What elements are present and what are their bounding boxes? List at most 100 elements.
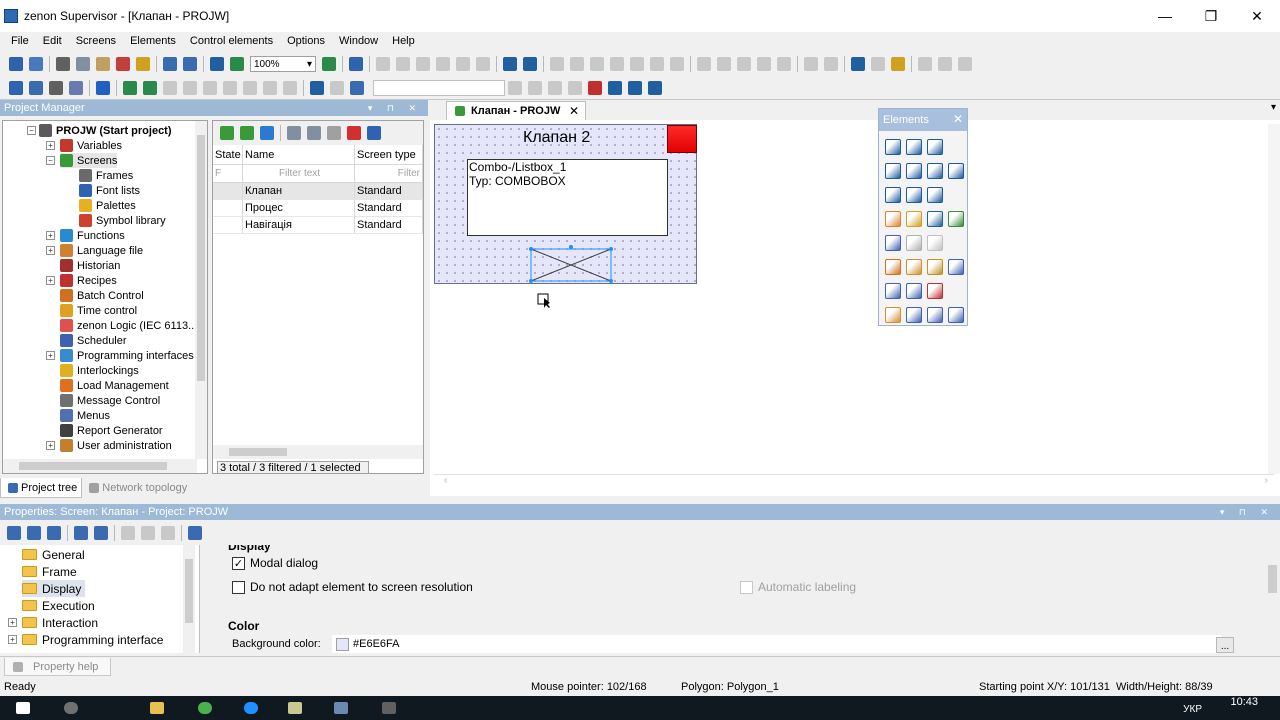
numeric-icon[interactable] (885, 259, 901, 275)
tree-item[interactable]: Menus (60, 408, 110, 423)
element-b-icon[interactable] (223, 80, 237, 95)
close-icon[interactable]: ✕ (569, 104, 579, 118)
screen-icon[interactable] (163, 80, 177, 95)
menu-options[interactable]: Options (280, 35, 332, 47)
filter-icon[interactable] (94, 526, 108, 540)
tree-item[interactable]: Programming interfaces (60, 348, 194, 363)
copy-screen-icon[interactable] (307, 126, 321, 140)
layers-icon[interactable] (918, 57, 932, 71)
send-back-icon[interactable] (717, 57, 731, 71)
column-screen-type[interactable]: Screen type (355, 145, 423, 164)
menu-control-elements[interactable]: Control elements (183, 35, 280, 47)
wizard-icon[interactable] (29, 80, 43, 95)
panel-controls-icon[interactable]: ▾ ⊓ ✕ (368, 103, 422, 114)
tree-item[interactable]: Recipes (60, 273, 117, 288)
property-group-programming-interface[interactable]: Programming interface (22, 631, 167, 648)
pie-icon[interactable] (885, 163, 901, 179)
group-icon[interactable] (948, 307, 964, 323)
tree-expander[interactable]: − (46, 156, 55, 165)
new-screen-icon[interactable] (220, 126, 234, 140)
no-adapt-resolution-checkbox[interactable]: Do not adapt element to screen resolutio… (232, 580, 473, 594)
circle-icon[interactable] (906, 139, 922, 155)
more-icon[interactable] (958, 57, 972, 71)
distribute-v-icon[interactable] (523, 57, 537, 71)
cut-icon[interactable] (56, 57, 70, 71)
search-icon[interactable] (69, 80, 83, 95)
paste-icon[interactable] (96, 57, 110, 71)
tree-expander[interactable]: + (46, 351, 55, 360)
image-icon[interactable] (948, 211, 964, 227)
tree-item[interactable]: Message Control (60, 393, 160, 408)
tree-expander[interactable]: + (46, 276, 55, 285)
tree-item[interactable]: Font lists (79, 183, 140, 198)
property-group-general[interactable]: General (22, 546, 89, 563)
skype-icon[interactable] (244, 702, 258, 714)
tree-expander[interactable]: + (46, 141, 55, 150)
scrollbar-thumb[interactable] (197, 135, 205, 381)
element-a-icon[interactable] (203, 80, 217, 95)
tab-network-topology[interactable]: Network topology (82, 478, 191, 498)
play-icon[interactable] (96, 80, 110, 95)
line-icon[interactable] (906, 163, 922, 179)
background-color-field[interactable]: #E6E6FA (332, 635, 1222, 653)
help-icon[interactable] (188, 526, 202, 540)
delete-icon[interactable] (116, 57, 130, 71)
align-grid3-icon[interactable] (568, 80, 582, 95)
red-indicator[interactable] (667, 125, 697, 153)
tooltip-icon[interactable] (927, 307, 943, 323)
zenon-icon[interactable] (334, 702, 348, 714)
tree-expander[interactable]: + (46, 246, 55, 255)
text-icon[interactable] (927, 187, 943, 203)
elements-palette-header[interactable]: Elements ✕ (879, 109, 967, 131)
refresh-icon[interactable] (260, 126, 274, 140)
mpf-icon[interactable] (906, 283, 922, 299)
menu-window[interactable]: Window (332, 35, 385, 47)
distribute-h-icon[interactable] (503, 57, 517, 71)
magnet-icon[interactable] (891, 57, 905, 71)
browser-icon[interactable] (198, 702, 212, 714)
tree-vertical-scrollbar[interactable] (195, 121, 207, 459)
bring-front-icon[interactable] (697, 57, 711, 71)
gauge-icon[interactable] (927, 235, 943, 251)
help-icon[interactable] (349, 57, 363, 71)
mirror-icon[interactable] (824, 57, 838, 71)
scrollbar-thumb[interactable] (1268, 565, 1277, 593)
print-icon[interactable] (49, 80, 63, 95)
table-row[interactable]: Навігація Standard (213, 217, 423, 234)
network-icon[interactable] (310, 80, 324, 95)
align-right-icon[interactable] (416, 57, 430, 71)
tree-item[interactable]: Functions (60, 228, 125, 243)
same-size-icon[interactable] (670, 57, 684, 71)
grid-icon[interactable] (871, 57, 885, 71)
remote-icon[interactable] (330, 80, 344, 95)
list-icon[interactable] (885, 235, 901, 251)
align-grid-icon[interactable] (528, 80, 542, 95)
editor-horizontal-scrollbar[interactable]: ‹ › (434, 474, 1274, 486)
tree-expander[interactable]: + (8, 635, 17, 644)
editor-vertical-scrollbar[interactable] (1268, 124, 1280, 474)
explorer-icon[interactable] (150, 702, 164, 714)
notes-icon[interactable] (288, 702, 302, 714)
undo-icon[interactable] (163, 57, 177, 71)
filter-type[interactable]: Filter (355, 165, 423, 182)
tree-item[interactable]: Language file (60, 243, 143, 258)
chart-icon[interactable] (885, 283, 901, 299)
scroll-left-icon[interactable]: ‹ (444, 475, 447, 486)
ungroup-icon[interactable] (757, 57, 771, 71)
column-state[interactable]: State (213, 145, 243, 164)
space-equal-icon[interactable] (590, 57, 604, 71)
filter-state[interactable]: F (213, 165, 243, 182)
lock-position-icon[interactable] (938, 57, 952, 71)
redo-icon[interactable] (183, 57, 197, 71)
flip-icon[interactable] (777, 57, 791, 71)
scroll-right-icon[interactable]: › (1265, 475, 1268, 486)
rotation-handle[interactable] (569, 245, 573, 249)
language-switch-icon[interactable] (648, 80, 662, 95)
scrollbar-thumb[interactable] (185, 559, 193, 623)
chevron-down-icon[interactable] (508, 80, 522, 95)
polyline-icon[interactable] (948, 163, 964, 179)
align-bottom-icon[interactable] (476, 57, 490, 71)
screen-title-text[interactable]: Клапан 2 (523, 129, 590, 147)
close-icon[interactable]: ✕ (953, 112, 963, 126)
property-group-interaction[interactable]: Interaction (22, 614, 102, 631)
